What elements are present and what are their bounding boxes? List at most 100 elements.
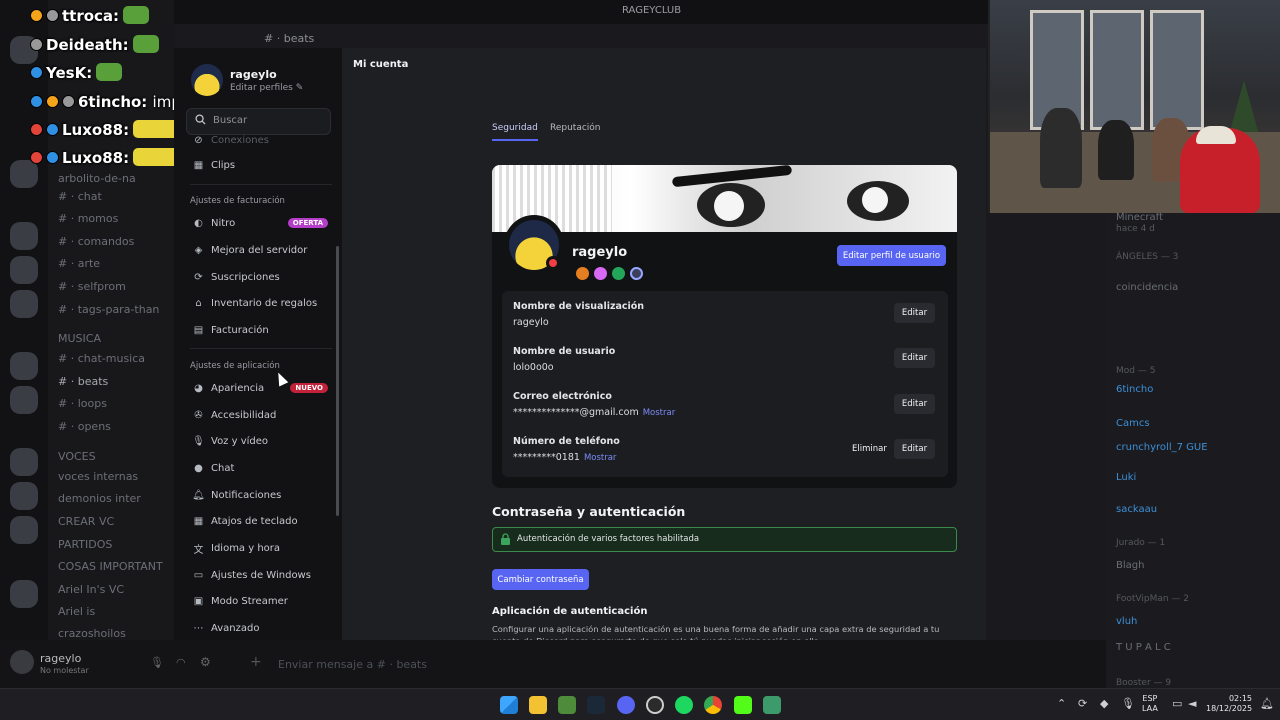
channel-item[interactable]: # · chat-musica: [58, 352, 145, 365]
kick-icon[interactable]: [734, 696, 752, 714]
tray-app-icon[interactable]: ◆: [1100, 697, 1108, 710]
sidebar-item-accessibility[interactable]: ✇ Accesibilidad: [184, 403, 332, 427]
show-email-link[interactable]: Mostrar: [643, 408, 676, 418]
boost-badge-icon[interactable]: [594, 267, 607, 280]
member-item[interactable]: Minecraft: [1116, 212, 1163, 223]
category-label[interactable]: COSAS IMPORTANT: [58, 560, 163, 573]
member-item[interactable]: crunchyroll_7 GUE: [1116, 442, 1208, 453]
notification-bell-icon[interactable]: 🔔︎: [1260, 697, 1274, 710]
quest-badge-icon[interactable]: [612, 267, 625, 280]
member-item[interactable]: 6tincho: [1116, 384, 1153, 395]
server-icon[interactable]: [10, 222, 38, 250]
clock[interactable]: 02:15 18/12/2025: [1206, 694, 1252, 714]
edit-username-button[interactable]: Editar: [894, 348, 935, 368]
channel-item[interactable]: # · selfprom: [58, 280, 126, 293]
voice-channel[interactable]: voces internas: [58, 470, 138, 483]
avatar[interactable]: [191, 64, 223, 96]
channel-item[interactable]: # · loops: [58, 397, 107, 410]
file-explorer-icon[interactable]: [529, 696, 547, 714]
member-item[interactable]: T U P A L C: [1116, 642, 1171, 653]
tab-security[interactable]: Seguridad: [492, 123, 538, 141]
network-icon[interactable]: ▭: [1172, 697, 1182, 710]
gear-icon[interactable]: ⚙: [200, 655, 211, 669]
steam-icon[interactable]: [587, 696, 605, 714]
sidebar-item-keybinds[interactable]: ▦ Atajos de teclado: [184, 509, 332, 533]
sidebar-item-billing[interactable]: ▤ Facturación: [184, 318, 332, 342]
sidebar-scrollbar[interactable]: [336, 246, 339, 516]
server-icon[interactable]: [10, 580, 38, 608]
edit-profiles-link[interactable]: Editar perfiles ✎: [230, 83, 303, 93]
voice-channel[interactable]: Ariel In's VC: [58, 583, 124, 596]
spotify-icon[interactable]: [675, 696, 693, 714]
member-item[interactable]: vluh: [1116, 616, 1137, 627]
sidebar-item-voice-video[interactable]: 🎙 Voz y vídeo: [184, 429, 332, 453]
voice-channel[interactable]: PARTIDOS: [58, 538, 112, 551]
server-icon[interactable]: [10, 516, 38, 544]
edit-phone-button[interactable]: Editar: [894, 439, 935, 459]
message-input[interactable]: Enviar mensaje a # · beats: [278, 658, 427, 671]
chrome-icon[interactable]: [704, 696, 722, 714]
chevron-up-icon[interactable]: ⌃: [1057, 697, 1066, 710]
sidebar-item-appearance[interactable]: ◕ Apariencia NUEVO: [184, 376, 332, 400]
microphone-icon[interactable]: 🎙: [1121, 697, 1135, 710]
server-icon[interactable]: [10, 448, 38, 476]
microphone-icon[interactable]: 🎙: [150, 656, 164, 669]
server-icon[interactable]: [10, 256, 38, 284]
start-button-icon[interactable]: [500, 696, 518, 714]
voice-user[interactable]: crazoshoilos: [58, 627, 126, 640]
channel-item[interactable]: arbolito-de-na: [58, 172, 136, 185]
hypesquad-badge-icon[interactable]: [576, 267, 589, 280]
sync-icon[interactable]: ⟳: [1078, 697, 1087, 710]
headphones-icon[interactable]: ◠: [176, 656, 186, 669]
category-label[interactable]: MUSICA: [58, 332, 101, 345]
server-icon[interactable]: [10, 352, 38, 380]
sidebar-item-subscriptions[interactable]: ⟳ Suscripciones: [184, 265, 332, 289]
tab-reputation[interactable]: Reputación: [550, 123, 601, 139]
channel-item[interactable]: # · arte: [58, 257, 100, 270]
remove-phone-button[interactable]: Eliminar: [852, 439, 887, 459]
edit-user-profile-button[interactable]: Editar perfil de usuario: [837, 245, 946, 266]
channel-item[interactable]: # · momos: [58, 212, 118, 225]
channel-item[interactable]: # · opens: [58, 420, 111, 433]
member-item[interactable]: coincidencia: [1116, 282, 1178, 293]
sidebar-item-language[interactable]: 文 Idioma y hora: [184, 536, 332, 560]
volume-icon[interactable]: ◄: [1188, 697, 1196, 710]
channel-item[interactable]: # · tags-para-than: [58, 303, 159, 316]
change-password-button[interactable]: Cambiar contraseña: [492, 569, 589, 590]
sidebar-item-nitro[interactable]: ◐ Nitro OFERTA: [184, 211, 332, 235]
sidebar-item-chat[interactable]: ● Chat: [184, 456, 332, 480]
edit-display-name-button[interactable]: Editar: [894, 303, 935, 323]
sidebar-item-notifications[interactable]: 🔔︎ Notificaciones: [184, 483, 332, 507]
channel-item[interactable]: # · chat: [58, 190, 102, 203]
sidebar-item-streamer-mode[interactable]: ▣ Modo Streamer: [184, 589, 332, 613]
sidebar-item-advanced[interactable]: ⋯ Avanzado: [184, 616, 332, 640]
app-icon[interactable]: [558, 696, 576, 714]
member-item[interactable]: Luki: [1116, 472, 1136, 483]
edit-email-button[interactable]: Editar: [894, 394, 935, 414]
search-box[interactable]: [186, 108, 331, 135]
show-phone-link[interactable]: Mostrar: [584, 453, 617, 463]
member-item[interactable]: sackaau: [1116, 504, 1157, 515]
avatar[interactable]: [10, 650, 34, 674]
sidebar-item-server-boost[interactable]: ◈ Mejora del servidor: [184, 238, 332, 262]
channel-item[interactable]: # · beats: [58, 375, 108, 388]
nitro-badge-icon[interactable]: [630, 267, 643, 280]
voice-channel[interactable]: CREAR VC: [58, 515, 114, 528]
member-item[interactable]: Blagh: [1116, 560, 1144, 571]
avatar[interactable]: [504, 215, 564, 275]
server-icon[interactable]: [10, 386, 38, 414]
member-item[interactable]: Camcs: [1116, 418, 1150, 429]
notepad-icon[interactable]: [763, 696, 781, 714]
server-icon[interactable]: [10, 290, 38, 318]
sidebar-item-gift-inventory[interactable]: ⌂ Inventario de regalos: [184, 291, 332, 315]
discord-icon[interactable]: [617, 696, 635, 714]
sidebar-item-clips[interactable]: ▦ Clips: [184, 153, 332, 177]
obs-icon[interactable]: [646, 696, 664, 714]
server-icon[interactable]: [10, 482, 38, 510]
search-input[interactable]: [213, 115, 325, 126]
language-indicator[interactable]: ESP LAA: [1142, 694, 1158, 714]
plus-icon[interactable]: +: [250, 654, 262, 670]
category-label[interactable]: VOCES: [58, 450, 96, 463]
voice-user[interactable]: Ariel is: [58, 605, 95, 618]
voice-channel[interactable]: demonios inter: [58, 492, 141, 505]
